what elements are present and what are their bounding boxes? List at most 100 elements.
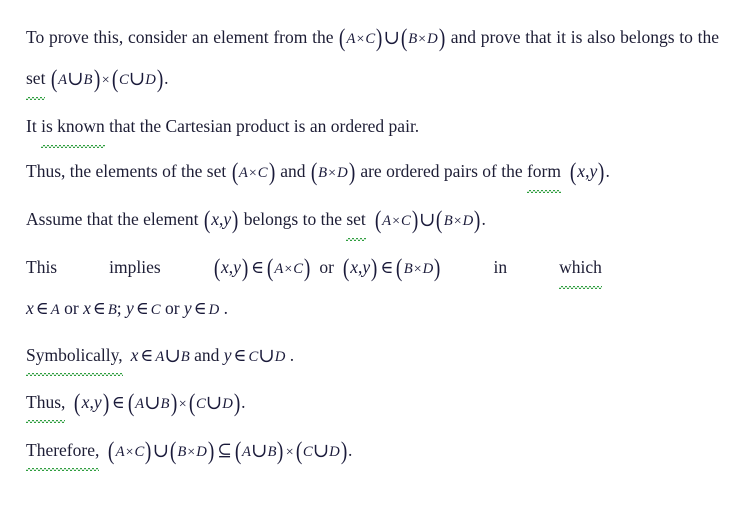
set-B: B: [180, 349, 190, 365]
p6-lead-text: Symbolically,: [26, 336, 123, 376]
p3-lead-text: Thus, the elements of the set: [26, 161, 231, 181]
p2-before-text: It: [26, 116, 42, 136]
math-expr-ordered-pair-xy: (x,y): [203, 207, 239, 234]
var-x: x: [577, 161, 586, 181]
element-of-icon: ∈: [193, 298, 207, 318]
element-of-icon: ∈: [92, 298, 106, 318]
times-icon: ×: [187, 445, 196, 460]
var-y: y: [589, 161, 598, 181]
union-icon: ∪: [258, 346, 275, 367]
set-A: A: [115, 444, 125, 460]
set-A: A: [135, 396, 145, 412]
p7-period: .: [241, 392, 246, 412]
p2-after-text: that the Cartesian product is an ordered…: [104, 116, 420, 136]
misspelled-word-which: which: [559, 248, 602, 289]
times-icon: ×: [453, 214, 462, 229]
p5-period: .: [219, 298, 229, 318]
times-icon: ×: [125, 445, 134, 460]
p5-word-this: This: [26, 257, 58, 277]
p5-word-in: in: [493, 257, 508, 277]
set-C: C: [118, 72, 129, 88]
times-icon: ×: [392, 214, 400, 229]
var-y: y: [126, 298, 134, 318]
set-D: D: [274, 349, 286, 365]
math-expr-y-in-C-union-D: y ∈ C∪D: [223, 345, 286, 367]
paragraph-2: It is known that the Cartesian product i…: [26, 107, 719, 148]
times-icon: ×: [356, 32, 365, 47]
p3-tail-text: are ordered pairs of the: [355, 161, 527, 181]
document-page: To prove this, consider an element from …: [0, 0, 749, 513]
set-D: D: [196, 444, 207, 460]
math-expr-A-times-C: (A×C): [231, 159, 275, 186]
set-D: D: [222, 396, 233, 412]
set-D: D: [422, 261, 434, 277]
element-of-icon: ∈: [380, 257, 394, 277]
union-icon: ∪: [152, 441, 170, 462]
var-y: y: [223, 345, 232, 365]
times-icon: ×: [101, 73, 110, 88]
set-B: B: [160, 396, 170, 412]
math-expr-union-products-1: (A×C)∪(B×D): [339, 25, 446, 52]
set-C: C: [248, 349, 259, 365]
union-icon: ∪: [164, 346, 181, 367]
p1-mid-text: and prove that it is also belongs to the: [445, 27, 719, 47]
times-icon: ×: [413, 262, 422, 277]
paragraph-8: Therefore, (A×C)∪(B×D) ⊆ (A∪B) ×(C∪D).: [26, 431, 719, 472]
p1-lead-text: To prove this, consider an element from …: [26, 27, 339, 47]
union-icon: ∪: [67, 69, 84, 90]
paragraph-1: To prove this, consider an element from …: [26, 18, 719, 100]
set-D: D: [329, 444, 340, 460]
p5-word-implies: implies: [109, 257, 161, 277]
set-B: B: [443, 213, 453, 229]
set-B: B: [83, 72, 93, 88]
p4-mid-text: belongs to the: [239, 209, 347, 229]
union-icon: ∪: [251, 441, 268, 462]
var-x: x: [26, 298, 34, 318]
union-icon: ∪: [383, 28, 400, 49]
var-x: x: [350, 257, 359, 277]
paragraph-3: Thus, the elements of the set (A×C) and …: [26, 152, 719, 193]
p7-lead-text: Thus,: [26, 383, 66, 423]
element-of-icon: ∈: [135, 298, 149, 318]
p4-period: .: [481, 209, 486, 229]
set-A: A: [58, 72, 68, 88]
var-y: y: [233, 257, 241, 277]
element-of-icon: ∈: [233, 345, 247, 365]
var-y: y: [362, 257, 371, 277]
conjunction-or: or: [59, 298, 84, 318]
set-B: B: [403, 261, 413, 277]
math-expr-ordered-pair-xy: (x,y): [569, 159, 605, 186]
times-icon: ×: [285, 445, 294, 460]
set-A: A: [155, 349, 165, 365]
math-expr-union-products-2: (A×C)∪(B×D): [374, 207, 481, 234]
set-A: A: [346, 31, 356, 47]
set-A: A: [50, 302, 60, 318]
p6-period: .: [289, 345, 295, 365]
math-expr-xy-in-AxC: (x,y) ∈ (A×C): [213, 255, 311, 282]
paragraph-6: Symbolically, x ∈ A∪B and y ∈ C∪D .: [26, 336, 719, 376]
p4-lead-text: Assume that the element: [26, 209, 203, 229]
p3-period: .: [605, 161, 610, 181]
set-C: C: [365, 31, 376, 47]
union-icon: ∪: [419, 210, 436, 231]
set-D: D: [427, 31, 438, 47]
element-of-icon: ∈: [140, 345, 154, 365]
set-B: B: [107, 302, 117, 318]
paragraph-5: This implies (x,y) ∈ (A×C) or (x,y) ∈ (B×D) in whi…: [26, 248, 719, 329]
set-C: C: [195, 396, 206, 412]
set-B: B: [177, 444, 187, 460]
element-of-icon: ∈: [35, 298, 49, 318]
set-D: D: [145, 72, 156, 88]
p5-word-or: or: [319, 257, 334, 277]
math-expr-membership-conditions: x ∈ A or x ∈ B; y ∈ C or y ∈ D .: [26, 298, 228, 318]
set-D: D: [462, 213, 474, 229]
set-C: C: [150, 302, 161, 318]
element-of-icon: ∈: [111, 392, 125, 412]
set-D: D: [208, 302, 220, 318]
times-icon: ×: [418, 32, 427, 47]
math-expr-x-in-A-union-B: x ∈ A∪B: [131, 345, 190, 367]
times-icon: ×: [284, 262, 293, 277]
union-icon: ∪: [144, 393, 161, 414]
set-C: C: [134, 444, 145, 460]
misspelled-word-set: set: [26, 59, 46, 100]
